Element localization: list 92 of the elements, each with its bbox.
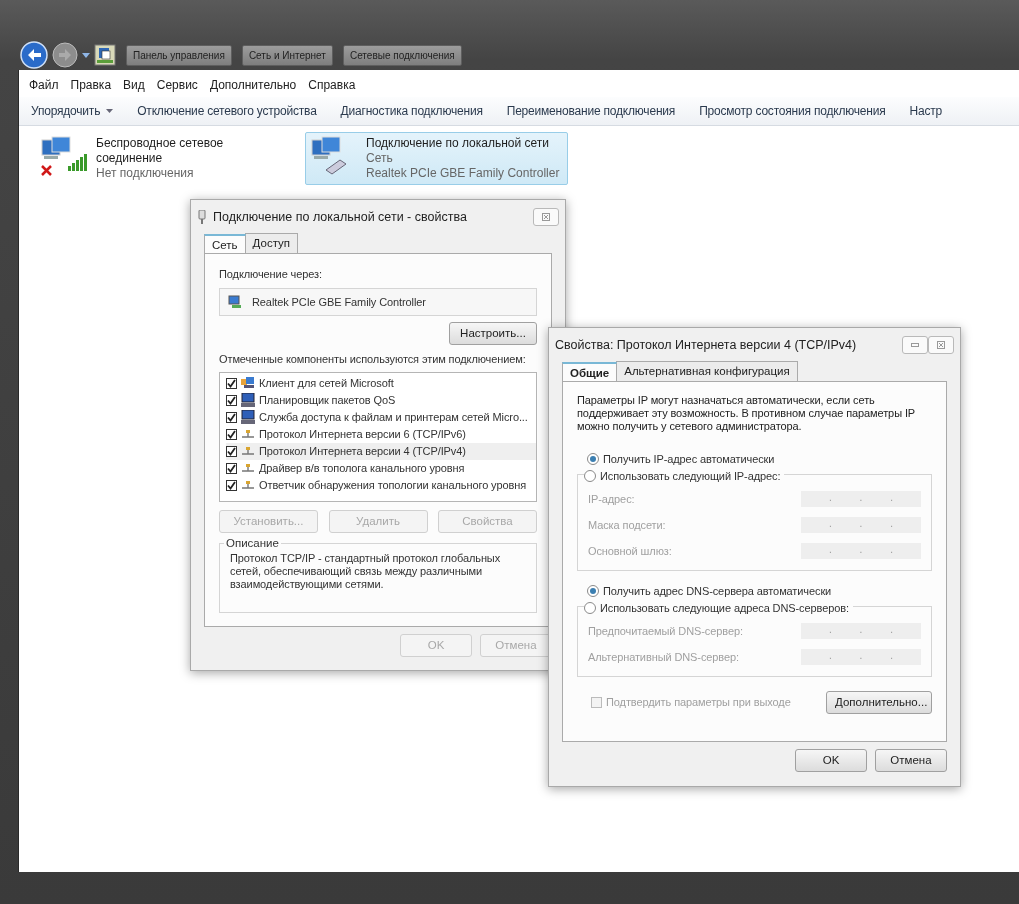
component-label: Служба доступа к файлам и принтерам сетей Micro... <box>259 410 528 425</box>
description-text: Протокол TCP/IP - стандартный протокол глобальных сетей, обеспечивающий связь между различными взаимодействующими сетями. <box>230 552 502 592</box>
connection-item[interactable]: Беспроводное сетевое соединение Нет подключения <box>35 132 275 185</box>
dialog-button[interactable]: OK <box>795 749 867 773</box>
dropdown-caret-icon[interactable] <box>82 52 90 58</box>
menu-item[interactable]: Сервис <box>156 76 206 97</box>
component-label: Протокол Интернета версии 6 (TCP/IPv6) <box>259 427 466 442</box>
protocol-icon <box>241 429 255 440</box>
checkbox[interactable] <box>226 428 237 440</box>
intro-text: Параметры IP могут назначаться автоматически, если сеть поддерживает эту возможность. В противном случае параметры IP можно получить у сетевого администратора. <box>577 394 916 433</box>
checkbox[interactable] <box>226 394 237 406</box>
radio-label: Использовать следующий IP-адрес: <box>600 468 781 484</box>
menu-item[interactable]: Файл <box>29 76 67 97</box>
forward-button-icon[interactable] <box>52 42 78 68</box>
component-label: Протокол Интернета версии 4 (TCP/IPv4) <box>259 444 466 459</box>
network-adapter-icon <box>228 294 242 309</box>
toolbar-button[interactable]: Переименование подключения <box>494 102 688 120</box>
adapter-name: Realtek PCIe GBE Family Controller <box>366 166 560 181</box>
computer-icon <box>241 393 255 408</box>
radio-button[interactable] <box>584 601 596 614</box>
back-button-icon[interactable] <box>20 41 48 69</box>
field-label: Отмеченные компоненты используются этим подключением: <box>219 352 527 368</box>
connection-item[interactable]: Подключение по локальной сети Сеть Realtek PCIe GBE Family Controller <box>305 132 569 185</box>
protocol-icon <box>241 446 255 457</box>
adapter-name: Realtek PCIe GBE Family Controller <box>252 294 426 310</box>
component-row[interactable]: Протокол Интернета версии 6 (TCP/IPv6) <box>226 425 536 443</box>
menu-item[interactable]: Дополнительно <box>209 76 305 97</box>
component-row[interactable]: Планировщик пакетов QoS <box>226 391 536 409</box>
connection-name: Подключение по локальной сети <box>366 136 550 151</box>
component-label: Ответчик обнаружения топологии канального уровня <box>259 478 526 493</box>
tab[interactable]: Сеть <box>204 234 246 253</box>
minimize-icon <box>911 343 919 347</box>
toolbar-button[interactable]: Упорядочить <box>19 102 126 120</box>
component-label: Клиент для сетей Microsoft <box>259 376 394 391</box>
breadcrumb-button[interactable]: Сетевые подключения <box>342 44 462 66</box>
close-button[interactable] <box>928 336 954 354</box>
checkbox[interactable] <box>226 462 237 474</box>
toolbar-button[interactable]: Просмотр состояния подключения <box>687 102 898 120</box>
toolbar-button[interactable]: Отключение сетевого устройства <box>125 102 329 120</box>
toolbar-button[interactable]: Диагностика подключения <box>328 102 495 120</box>
menu-item[interactable]: Правка <box>70 76 120 97</box>
protocol-icon <box>241 463 255 474</box>
connection-status: Сеть <box>366 151 394 166</box>
dialog-title: Свойства: Протокол Интернета версии 4 (TCP/IPv4) <box>555 336 858 354</box>
checkbox[interactable] <box>226 377 237 389</box>
breadcrumb-button[interactable]: Сеть и Интернет <box>241 44 333 66</box>
component-row[interactable]: Ответчик обнаружения топологии канального уровня <box>226 476 536 494</box>
tab[interactable]: Общие <box>562 362 618 381</box>
field-label: Маска подсети: <box>588 517 666 533</box>
component-row[interactable]: Клиент для сетей Microsoft <box>226 374 536 392</box>
breadcrumb-button[interactable]: Панель управления <box>126 44 232 66</box>
advanced-button[interactable]: Дополнительно... <box>826 691 932 715</box>
connection-status: Нет подключения <box>96 166 195 181</box>
component-row[interactable]: Драйвер в/в тополога канального уровня <box>226 459 536 477</box>
checkbox-label: Подтвердить параметры при выходе <box>606 695 791 711</box>
connector-icon <box>197 210 207 224</box>
component-row[interactable]: Протокол Интернета версии 4 (TCP/IPv4) <box>226 442 536 460</box>
minimize-button[interactable] <box>902 336 928 354</box>
folder-icon[interactable] <box>94 44 116 66</box>
field-label: IP-адрес: <box>588 491 635 507</box>
radio-label: Использовать следующие адреса DNS-серверов: <box>600 600 849 616</box>
radio-button[interactable] <box>587 585 599 598</box>
field-label: Предпочитаемый DNS-сервер: <box>588 623 743 639</box>
radio-button[interactable] <box>584 469 596 482</box>
protocol-icon <box>241 480 255 491</box>
toolbar-button[interactable]: Настр <box>897 102 955 120</box>
component-row[interactable]: Служба доступа к файлам и принтерам сетей Micro... <box>226 408 536 426</box>
menu-item[interactable]: Справка <box>308 76 364 97</box>
close-icon <box>937 341 945 349</box>
menu-item[interactable]: Вид <box>123 76 153 97</box>
checkbox[interactable] <box>226 445 237 457</box>
caret-icon <box>106 109 114 113</box>
checkbox[interactable] <box>226 479 237 491</box>
dialog-button[interactable]: Отмена <box>875 749 947 773</box>
dialog-title: Подключение по локальной сети - свойства <box>213 208 468 226</box>
network-client-icon <box>241 376 255 390</box>
checkbox[interactable] <box>226 411 237 423</box>
radio-label: Получить адрес DNS-сервера автоматически <box>603 584 832 599</box>
connection-name: Беспроводное сетевое соединение <box>96 136 225 166</box>
field-label: Основной шлюз: <box>588 543 672 559</box>
tab[interactable]: Альтернативная конфигурация <box>616 360 798 381</box>
tab[interactable]: Доступ <box>244 232 298 253</box>
radio-button[interactable] <box>587 453 599 466</box>
field-label: Альтернативный DNS-сервер: <box>588 649 739 665</box>
computer-icon <box>241 410 255 425</box>
field-label: Подключение через: <box>219 267 323 282</box>
radio-label: Получить IP-адрес автоматически <box>603 452 775 467</box>
configure-button[interactable]: Настроить... <box>449 322 537 346</box>
component-label: Планировщик пакетов QoS <box>259 393 396 408</box>
close-icon <box>542 213 550 221</box>
close-button[interactable] <box>533 208 559 226</box>
component-label: Драйвер в/в тополога канального уровня <box>259 461 465 476</box>
